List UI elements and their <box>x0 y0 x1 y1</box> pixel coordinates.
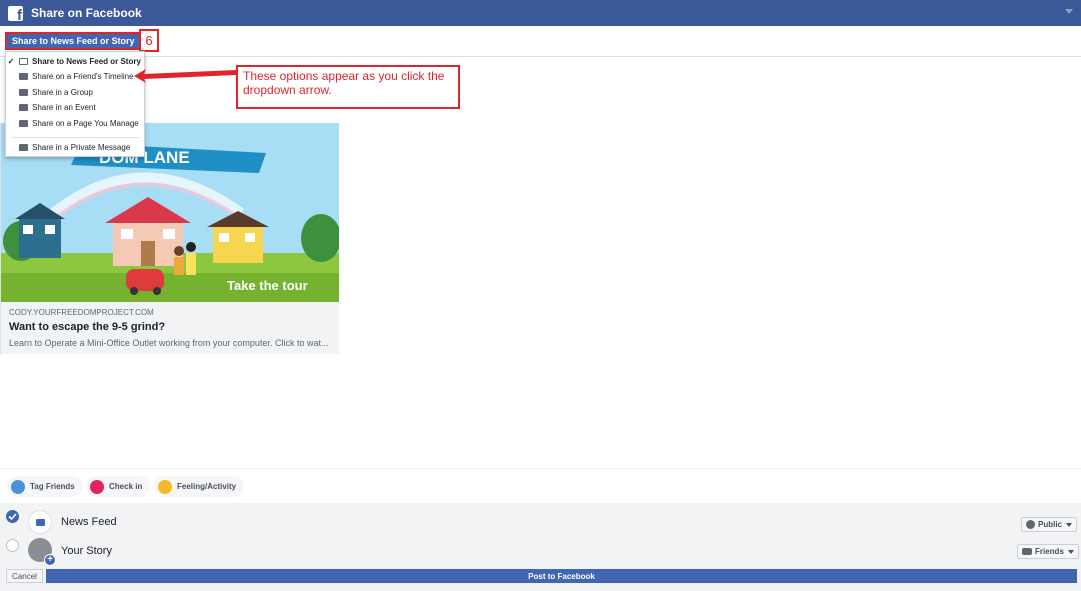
your-story-privacy-dropdown[interactable]: Friends <box>1017 544 1079 559</box>
your-story-label: Your Story <box>61 545 112 557</box>
chevron-down-icon <box>1066 522 1073 527</box>
profile-avatar: + <box>28 538 56 566</box>
your-story-radio[interactable] <box>6 539 19 552</box>
add-story-icon: + <box>44 554 56 566</box>
tag-friends-button[interactable]: Tag Friends <box>7 476 83 497</box>
privacy-label: Friends <box>1035 547 1064 556</box>
tag-friends-icon <box>11 479 25 494</box>
composer-actions: Tag Friends Check in Feeling/Activity <box>0 468 1081 503</box>
group-icon <box>19 88 28 96</box>
menu-item-friends-timeline[interactable]: Share on a Friend's Timeline <box>6 69 144 83</box>
menu-divider <box>11 137 139 138</box>
window-title: Share on Facebook <box>31 6 142 20</box>
menu-item-page[interactable]: Share on a Page You Manage <box>6 116 144 130</box>
news-feed-label: News Feed <box>61 516 117 528</box>
preview-description: Learn to Operate a Mini-Office Outlet wo… <box>9 338 329 348</box>
menu-item-label: Share in a Private Message <box>32 142 131 152</box>
annotation-callout: These options appear as you click the dr… <box>236 65 460 109</box>
menu-item-label: Share on a Friend's Timeline <box>32 71 134 81</box>
news-feed-privacy-dropdown[interactable]: Public <box>1021 517 1078 532</box>
smiley-icon <box>158 479 172 494</box>
preview-domain: CODY.YOURFREEDOMPROJECT.COM <box>9 308 154 317</box>
check-in-button[interactable]: Check in <box>86 476 151 497</box>
friends-icon <box>1022 548 1032 555</box>
check-in-label: Check in <box>109 482 143 491</box>
preview-meta[interactable]: CODY.YOURFREEDOMPROJECT.COM Want to esca… <box>1 302 339 354</box>
menu-item-private-message[interactable]: Share in a Private Message <box>6 140 144 154</box>
annotation-arrow-icon <box>134 69 236 83</box>
share-target-menu: ✓ Share to News Feed or Story Share on a… <box>5 51 145 157</box>
post-to-facebook-button[interactable]: Post to Facebook <box>46 569 1077 583</box>
globe-icon <box>1026 520 1035 529</box>
window-titlebar: f Share on Facebook <box>0 0 1081 26</box>
facebook-logo-icon: f <box>8 5 23 21</box>
step-number-badge: 6 <box>139 29 159 52</box>
share-target-bar: Share to News Feed or Story 6 <box>0 26 1081 57</box>
chevron-down-icon <box>1067 549 1074 554</box>
share-target-dropdown-button[interactable]: Share to News Feed or Story <box>5 32 156 50</box>
flag-icon <box>19 119 28 127</box>
checkmark-icon: ✓ <box>7 56 15 66</box>
window-menu-chevron-icon[interactable] <box>1065 9 1073 14</box>
menu-item-label: Share to News Feed or Story <box>32 56 141 66</box>
checkmark-icon <box>8 513 17 521</box>
friends-icon <box>19 72 28 80</box>
news-feed-radio[interactable] <box>6 510 19 523</box>
feeling-activity-label: Feeling/Activity <box>177 482 237 491</box>
link-preview-card[interactable]: Take the tour DOM LANE CODY.YOURFREEDOMP… <box>0 123 339 354</box>
location-pin-icon <box>90 479 104 494</box>
menu-item-event[interactable]: Share in an Event <box>6 100 144 114</box>
calendar-icon <box>19 103 28 111</box>
tag-friends-label: Tag Friends <box>30 482 75 491</box>
menu-item-label: Share in a Group <box>32 87 93 97</box>
message-icon <box>19 143 28 151</box>
privacy-label: Public <box>1038 520 1063 529</box>
menu-item-label: Share in an Event <box>32 102 96 112</box>
tour-caption: Take the tour <box>227 278 308 293</box>
cancel-button[interactable]: Cancel <box>6 569 43 583</box>
menu-item-group[interactable]: Share in a Group <box>6 85 144 99</box>
compose-icon <box>19 57 28 65</box>
menu-item-news-feed-or-story[interactable]: ✓ Share to News Feed or Story <box>6 54 144 68</box>
menu-item-label: Share on a Page You Manage <box>32 118 139 128</box>
feeling-activity-button[interactable]: Feeling/Activity <box>154 476 245 497</box>
news-feed-icon <box>28 510 52 534</box>
share-target-label: Share to News Feed or Story <box>12 36 135 46</box>
preview-title: Want to escape the 9-5 grind? <box>9 321 166 333</box>
